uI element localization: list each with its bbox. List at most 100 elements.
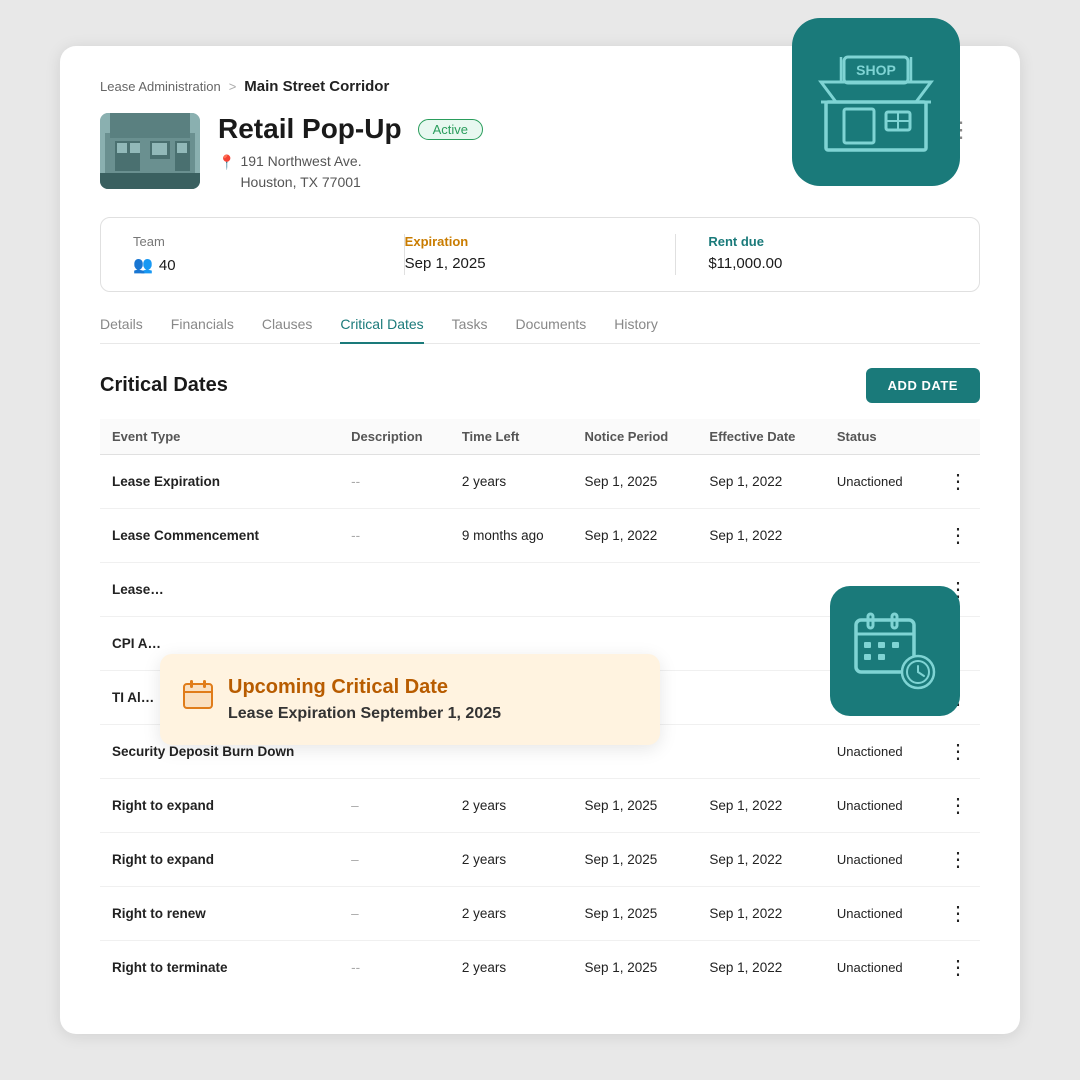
tab-financials[interactable]: Financials	[171, 316, 234, 344]
cell-status: Unactioned	[825, 778, 929, 832]
cell-event-type: Lease…	[100, 562, 339, 616]
cell-event-type: Right to expand	[100, 832, 339, 886]
breadcrumb-separator: >	[229, 79, 237, 94]
rent-info: Rent due $11,000.00	[676, 234, 947, 275]
cell-notice-period	[572, 562, 697, 616]
table-row: Right to terminate -- 2 years Sep 1, 202…	[100, 940, 980, 994]
col-effective-date: Effective Date	[697, 419, 824, 455]
add-date-button[interactable]: ADD DATE	[866, 368, 980, 403]
expiration-value: Sep 1, 2025	[405, 255, 644, 272]
section-header: Critical Dates ADD DATE	[100, 368, 980, 403]
cell-time-left: 2 years	[450, 886, 573, 940]
cell-notice-period: Sep 1, 2025	[572, 454, 697, 508]
cell-event-type: Right to terminate	[100, 940, 339, 994]
address-line1: 191 Northwest Ave.	[240, 151, 361, 172]
col-description: Description	[339, 419, 450, 455]
tab-history[interactable]: History	[614, 316, 658, 344]
col-status: Status	[825, 419, 929, 455]
cell-effective-date: Sep 1, 2022	[697, 940, 824, 994]
col-time-left: Time Left	[450, 419, 573, 455]
row-more-button[interactable]: ⋮	[929, 832, 980, 886]
cell-description: --	[339, 508, 450, 562]
rent-label: Rent due	[708, 234, 947, 249]
tab-bar: Details Financials Clauses Critical Date…	[100, 316, 980, 344]
cell-status: Unactioned	[825, 832, 929, 886]
tab-clauses[interactable]: Clauses	[262, 316, 313, 344]
cell-status: Unactioned	[825, 940, 929, 994]
cell-notice-period: Sep 1, 2022	[572, 508, 697, 562]
info-bar: Team 👥 40 Expiration Sep 1, 2025 Rent du…	[100, 217, 980, 292]
expiration-info: Expiration Sep 1, 2025	[405, 234, 677, 275]
table-row: Lease Commencement -- 9 months ago Sep 1…	[100, 508, 980, 562]
tooltip-title: Upcoming Critical Date	[228, 676, 501, 699]
cell-effective-date: Sep 1, 2022	[697, 454, 824, 508]
row-more-button[interactable]: ⋮	[929, 508, 980, 562]
section-title: Critical Dates	[100, 374, 228, 397]
cell-status	[825, 508, 929, 562]
cell-time-left: 2 years	[450, 778, 573, 832]
cell-description	[339, 562, 450, 616]
cell-status: Unactioned	[825, 454, 929, 508]
property-name: Retail Pop-Up	[218, 113, 402, 145]
tab-tasks[interactable]: Tasks	[452, 316, 488, 344]
upcoming-critical-date-tooltip: Upcoming Critical Date Lease Expiration …	[160, 654, 660, 745]
cell-event-type: Right to expand	[100, 778, 339, 832]
location-icon: 📍	[218, 152, 235, 173]
status-badge: Active	[418, 119, 483, 140]
cell-effective-date: Sep 1, 2022	[697, 832, 824, 886]
cell-notice-period: Sep 1, 2025	[572, 886, 697, 940]
calendar-icon-overlay	[830, 586, 960, 716]
breadcrumb-current: Main Street Corridor	[244, 78, 389, 95]
svg-text:SHOP: SHOP	[856, 62, 896, 78]
cell-time-left: 2 years	[450, 940, 573, 994]
cell-effective-date: Sep 1, 2022	[697, 778, 824, 832]
tooltip-content: Upcoming Critical Date Lease Expiration …	[228, 676, 501, 723]
team-value: 👥 40	[133, 255, 372, 275]
cell-event-type: Lease Commencement	[100, 508, 339, 562]
table-row: Lease Expiration -- 2 years Sep 1, 2025 …	[100, 454, 980, 508]
row-more-button[interactable]: ⋮	[929, 454, 980, 508]
tooltip-body: Lease Expiration September 1, 2025	[228, 705, 501, 723]
cell-description: --	[339, 940, 450, 994]
cell-event-type: Right to renew	[100, 886, 339, 940]
cell-notice-period: Sep 1, 2025	[572, 778, 697, 832]
team-info: Team 👥 40	[133, 234, 405, 275]
shop-icon: SHOP	[792, 18, 960, 186]
tooltip-calendar-icon	[182, 678, 214, 717]
breadcrumb-parent[interactable]: Lease Administration	[100, 79, 221, 94]
cell-description: --	[339, 454, 450, 508]
cell-time-left: 2 years	[450, 454, 573, 508]
row-more-button[interactable]: ⋮	[929, 940, 980, 994]
cell-description: –	[339, 832, 450, 886]
cell-time-left	[450, 562, 573, 616]
table-row: Right to renew – 2 years Sep 1, 2025 Sep…	[100, 886, 980, 940]
cell-time-left: 2 years	[450, 832, 573, 886]
address-line2: Houston, TX 77001	[240, 172, 361, 193]
cell-description: –	[339, 886, 450, 940]
col-notice-period: Notice Period	[572, 419, 697, 455]
rent-value: $11,000.00	[708, 255, 947, 272]
cell-effective-date	[697, 616, 824, 670]
cell-status: Unactioned	[825, 886, 929, 940]
row-more-button[interactable]: ⋮	[929, 778, 980, 832]
cell-description: –	[339, 778, 450, 832]
cell-notice-period: Sep 1, 2025	[572, 940, 697, 994]
people-icon: 👥	[133, 255, 153, 275]
cell-effective-date: Sep 1, 2022	[697, 508, 824, 562]
table-row: Right to expand – 2 years Sep 1, 2025 Se…	[100, 832, 980, 886]
cell-event-type: Lease Expiration	[100, 454, 339, 508]
tab-critical-dates[interactable]: Critical Dates	[340, 316, 423, 344]
row-more-button[interactable]: ⋮	[929, 886, 980, 940]
cell-effective-date	[697, 724, 824, 778]
main-card: SHOP Lease Administration > Main Street …	[60, 46, 1020, 1034]
tab-details[interactable]: Details	[100, 316, 143, 344]
row-more-button[interactable]: ⋮	[929, 724, 980, 778]
cell-notice-period: Sep 1, 2025	[572, 832, 697, 886]
expiration-label: Expiration	[405, 234, 644, 249]
table-row: Right to expand – 2 years Sep 1, 2025 Se…	[100, 778, 980, 832]
tab-documents[interactable]: Documents	[515, 316, 586, 344]
cell-time-left: 9 months ago	[450, 508, 573, 562]
cell-status: Unactioned	[825, 724, 929, 778]
col-actions	[929, 419, 980, 455]
col-event-type: Event Type	[100, 419, 339, 455]
